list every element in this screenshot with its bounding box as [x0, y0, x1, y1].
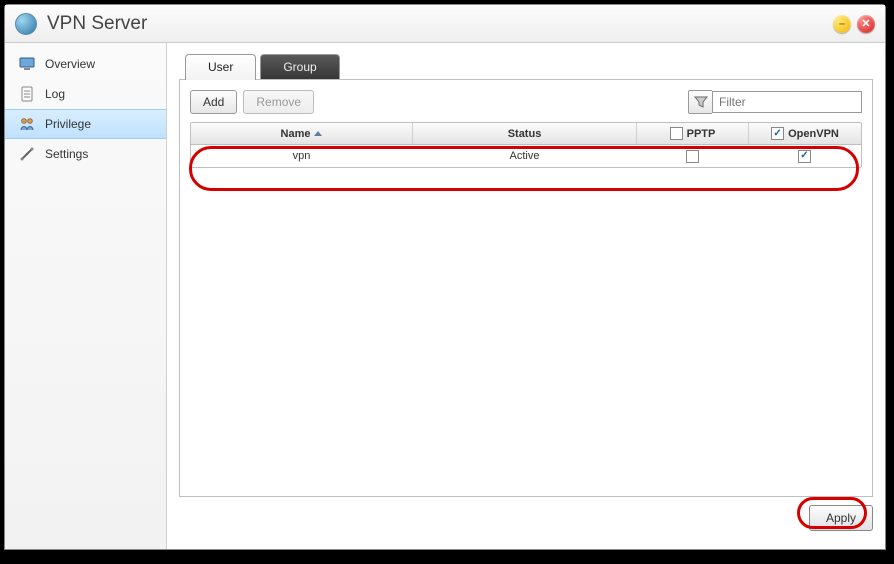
sidebar-item-settings[interactable]: Settings: [5, 139, 166, 169]
cell-openvpn: [749, 150, 861, 163]
remove-button[interactable]: Remove: [243, 90, 314, 114]
users-icon: [19, 116, 35, 132]
col-pptp[interactable]: PPTP: [637, 123, 749, 144]
filter-control: [688, 90, 862, 114]
tools-icon: [19, 146, 35, 162]
col-label: OpenVPN: [788, 128, 839, 140]
col-label: PPTP: [687, 128, 716, 140]
toolbar: Add Remove: [190, 90, 862, 114]
table-row[interactable]: vpn Active: [191, 145, 861, 167]
add-button[interactable]: Add: [190, 90, 237, 114]
sort-asc-icon: [314, 131, 322, 136]
col-name[interactable]: Name: [191, 123, 413, 144]
user-panel: Add Remove Name: [179, 79, 873, 497]
tab-strip: User Group: [179, 53, 873, 79]
col-openvpn[interactable]: OpenVPN: [749, 123, 861, 144]
openvpn-header-checkbox[interactable]: [771, 127, 784, 140]
row-pptp-checkbox[interactable]: [686, 150, 699, 163]
user-table: Name Status PPTP OpenVPN: [190, 122, 862, 168]
app-window: VPN Server – ✕ Overview Log Privil: [4, 4, 886, 550]
document-icon: [19, 86, 35, 102]
cell-name: vpn: [191, 150, 413, 162]
close-button[interactable]: ✕: [857, 15, 875, 33]
tab-user[interactable]: User: [185, 54, 256, 80]
col-label: Name: [281, 128, 311, 140]
table-header: Name Status PPTP OpenVPN: [191, 123, 861, 145]
sidebar-item-label: Log: [45, 87, 65, 101]
sidebar-item-overview[interactable]: Overview: [5, 49, 166, 79]
cell-status: Active: [413, 150, 637, 162]
content-area: User Group Add Remove: [167, 43, 885, 549]
filter-input[interactable]: [712, 91, 862, 113]
sidebar-item-label: Overview: [45, 57, 95, 71]
minimize-button[interactable]: –: [833, 15, 851, 33]
apply-button[interactable]: Apply: [809, 505, 873, 531]
sidebar-item-privilege[interactable]: Privilege: [5, 109, 166, 139]
tab-group[interactable]: Group: [260, 54, 339, 80]
col-status[interactable]: Status: [413, 123, 637, 144]
footer: Apply: [179, 497, 873, 531]
sidebar-item-log[interactable]: Log: [5, 79, 166, 109]
cell-pptp: [637, 150, 749, 163]
monitor-icon: [19, 56, 35, 72]
sidebar: Overview Log Privilege Settings: [5, 43, 167, 549]
app-icon: [15, 13, 37, 35]
filter-icon[interactable]: [688, 90, 712, 114]
pptp-header-checkbox[interactable]: [670, 127, 683, 140]
titlebar[interactable]: VPN Server – ✕: [5, 5, 885, 43]
sidebar-item-label: Settings: [45, 147, 88, 161]
row-openvpn-checkbox[interactable]: [798, 150, 811, 163]
sidebar-item-label: Privilege: [45, 117, 91, 131]
window-title: VPN Server: [47, 13, 827, 35]
col-label: Status: [508, 128, 542, 140]
